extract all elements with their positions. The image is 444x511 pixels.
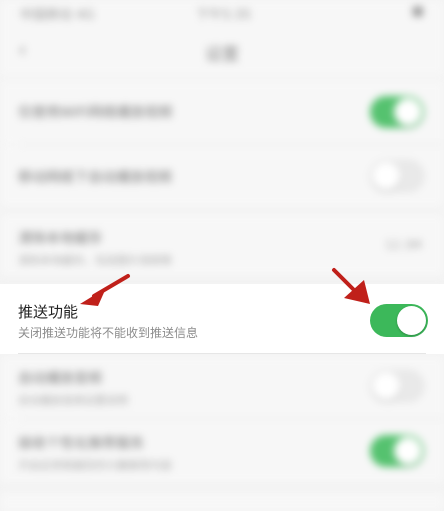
push-sublabel: 关闭推送功能将不能收到推送信息 xyxy=(18,326,199,340)
row-label: 仅使用WiFi网络播放视频 xyxy=(18,105,173,121)
page-title: 设置 xyxy=(205,45,239,65)
settings-row-wifi-video: 仅使用WiFi网络播放视频 xyxy=(0,80,444,144)
row-label: 移动网络下自动播放视频 xyxy=(18,170,172,186)
battery-icon: ■ xyxy=(411,4,424,19)
annotation-arrow-icon xyxy=(332,268,370,304)
toggle-knob xyxy=(372,372,400,400)
settings-row-auto-audio: 自动播放音频 自动播放音频设置说明 xyxy=(0,356,444,418)
personalized-toggle[interactable] xyxy=(370,435,424,467)
toggle-knob xyxy=(397,306,426,335)
status-bar: 中国移动 4G 下午5:35 ■ xyxy=(0,0,444,28)
settings-row-clear-cache[interactable]: 清除本地缓存 清除本地缓存，包括图片视频等 12.3M xyxy=(0,214,444,276)
row-label: 清除本地缓存 xyxy=(18,231,102,247)
annotation-arrow-icon xyxy=(80,274,130,306)
time-label: 下午5:35 xyxy=(196,8,252,23)
push-label: 推送功能 xyxy=(18,303,79,321)
toggle-knob xyxy=(372,162,400,190)
cache-size-value: 12.3M xyxy=(384,238,422,252)
row-sublabel: 清除本地缓存，包括图片视频等 xyxy=(18,254,172,267)
toggle-knob xyxy=(394,98,422,126)
auto-audio-toggle[interactable] xyxy=(370,370,424,402)
settings-row-mobile-video: 移动网络下自动播放视频 xyxy=(0,145,444,207)
nav-bar: ‹ 设置 xyxy=(0,28,444,76)
carrier-label: 中国移动 4G xyxy=(20,8,95,23)
row-sublabel: 自动播放音频设置说明 xyxy=(18,394,128,407)
row-label: 接收个性化推荐服务 xyxy=(18,436,144,452)
toggle-knob xyxy=(394,437,422,465)
settings-row-next xyxy=(0,492,444,511)
row-label: 自动播放音频 xyxy=(18,371,102,387)
row-divider xyxy=(18,353,426,354)
settings-row-personalized: 接收个性化推荐服务 开启后将根据您的兴趣推荐内容 xyxy=(0,419,444,483)
row-sublabel: 开启后将根据您的兴趣推荐内容 xyxy=(18,459,172,472)
wifi-video-toggle[interactable] xyxy=(370,96,424,128)
mobile-video-toggle[interactable] xyxy=(370,160,424,192)
settings-screen: 中国移动 4G 下午5:35 ■ ‹ 设置 仅使用WiFi网络播放视频 移动网络… xyxy=(0,0,444,511)
push-toggle[interactable] xyxy=(370,304,428,337)
